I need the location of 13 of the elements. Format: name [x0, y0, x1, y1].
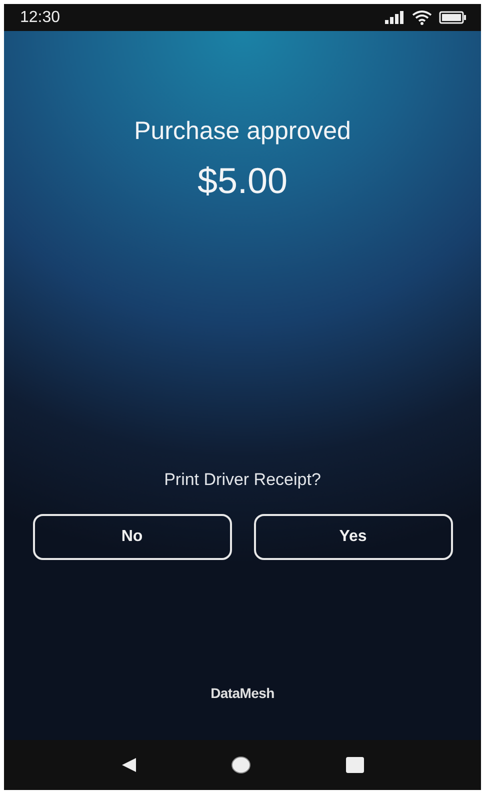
- status-time: 12:30: [20, 8, 60, 26]
- wifi-icon: [412, 10, 432, 25]
- battery-icon: [439, 11, 467, 24]
- approval-title: Purchase approved: [134, 117, 351, 146]
- signal-icon: [385, 11, 405, 24]
- yes-button[interactable]: Yes: [254, 514, 452, 560]
- home-icon[interactable]: [231, 756, 252, 774]
- amount-text: $5.00: [197, 160, 288, 202]
- no-button[interactable]: No: [32, 514, 232, 560]
- receipt-prompt: Print Driver Receipt?: [164, 470, 321, 490]
- back-icon[interactable]: [121, 757, 138, 773]
- brand-logo: DataMesh: [210, 685, 274, 701]
- recents-icon[interactable]: [346, 757, 364, 773]
